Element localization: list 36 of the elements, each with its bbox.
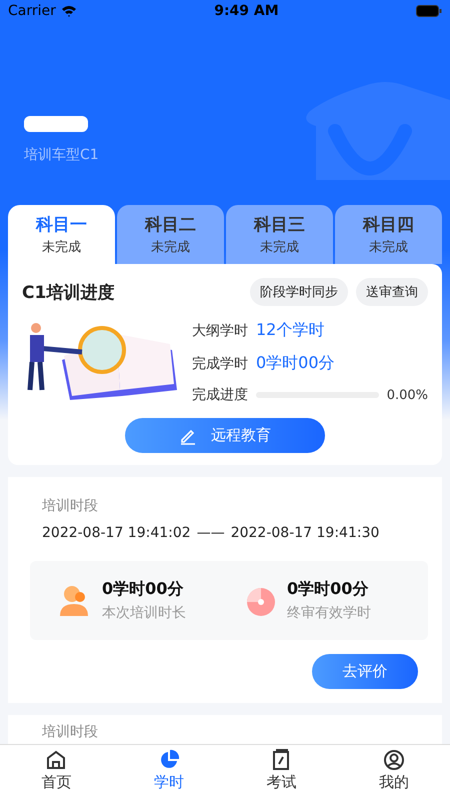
range-dash: —— bbox=[196, 525, 225, 541]
subject-tab[interactable]: 科目四 未完成 bbox=[335, 205, 442, 264]
tab-bar-item[interactable]: 考试 bbox=[225, 745, 338, 800]
session-label: 培训时段 bbox=[42, 723, 99, 741]
stat-label: 大纲学时 bbox=[192, 322, 248, 340]
progress-reading: 0.00% bbox=[386, 388, 428, 402]
home-icon bbox=[45, 749, 68, 771]
profile-icon bbox=[382, 749, 405, 771]
stat-label: 完成学时 bbox=[192, 354, 248, 372]
carrier-label: Carrier bbox=[8, 3, 56, 19]
redaction-mark bbox=[24, 116, 88, 132]
vehicle-type-label: 培训车型C1 bbox=[24, 146, 100, 164]
battery-icon bbox=[416, 5, 442, 17]
action-button[interactable]: 阶段学时同步 bbox=[250, 278, 348, 306]
start-time: 2022-08-17 19:41:02 bbox=[42, 525, 191, 541]
session-label: 培训时段 bbox=[42, 497, 99, 515]
metric-value: 0学时00分 bbox=[102, 579, 184, 600]
tab-bar-item[interactable]: 首页 bbox=[0, 745, 112, 800]
tab-bar-item[interactable]: 学时 bbox=[112, 745, 225, 800]
subject-tab[interactable]: 科目一 未完成 bbox=[8, 205, 115, 264]
clock-time: 9:49 AM bbox=[214, 3, 279, 19]
card-title: C1培训进度 bbox=[22, 282, 114, 304]
tab-bar-item[interactable]: 我的 bbox=[338, 745, 450, 800]
action-button[interactable]: 送审查询 bbox=[356, 278, 428, 306]
evaluate-button[interactable]: 去评价 bbox=[312, 654, 418, 689]
subject-tab[interactable]: 科目三 未完成 bbox=[226, 205, 333, 264]
subject-tab[interactable]: 科目二 未完成 bbox=[117, 205, 224, 264]
metric-value: 0学时00分 bbox=[287, 579, 370, 600]
wifi-icon bbox=[60, 5, 77, 17]
stat-value: 12个学时 bbox=[256, 320, 324, 341]
progress-label: 完成进度 bbox=[192, 386, 248, 404]
metric-label: 终审有效学时 bbox=[287, 604, 371, 622]
metric-label: 本次培训时长 bbox=[102, 604, 186, 622]
end-time: 2022-08-17 19:41:30 bbox=[230, 525, 380, 541]
stat-value: 0学时00分 bbox=[256, 353, 335, 374]
remote-education-button[interactable]: 远程教育 bbox=[125, 418, 325, 453]
